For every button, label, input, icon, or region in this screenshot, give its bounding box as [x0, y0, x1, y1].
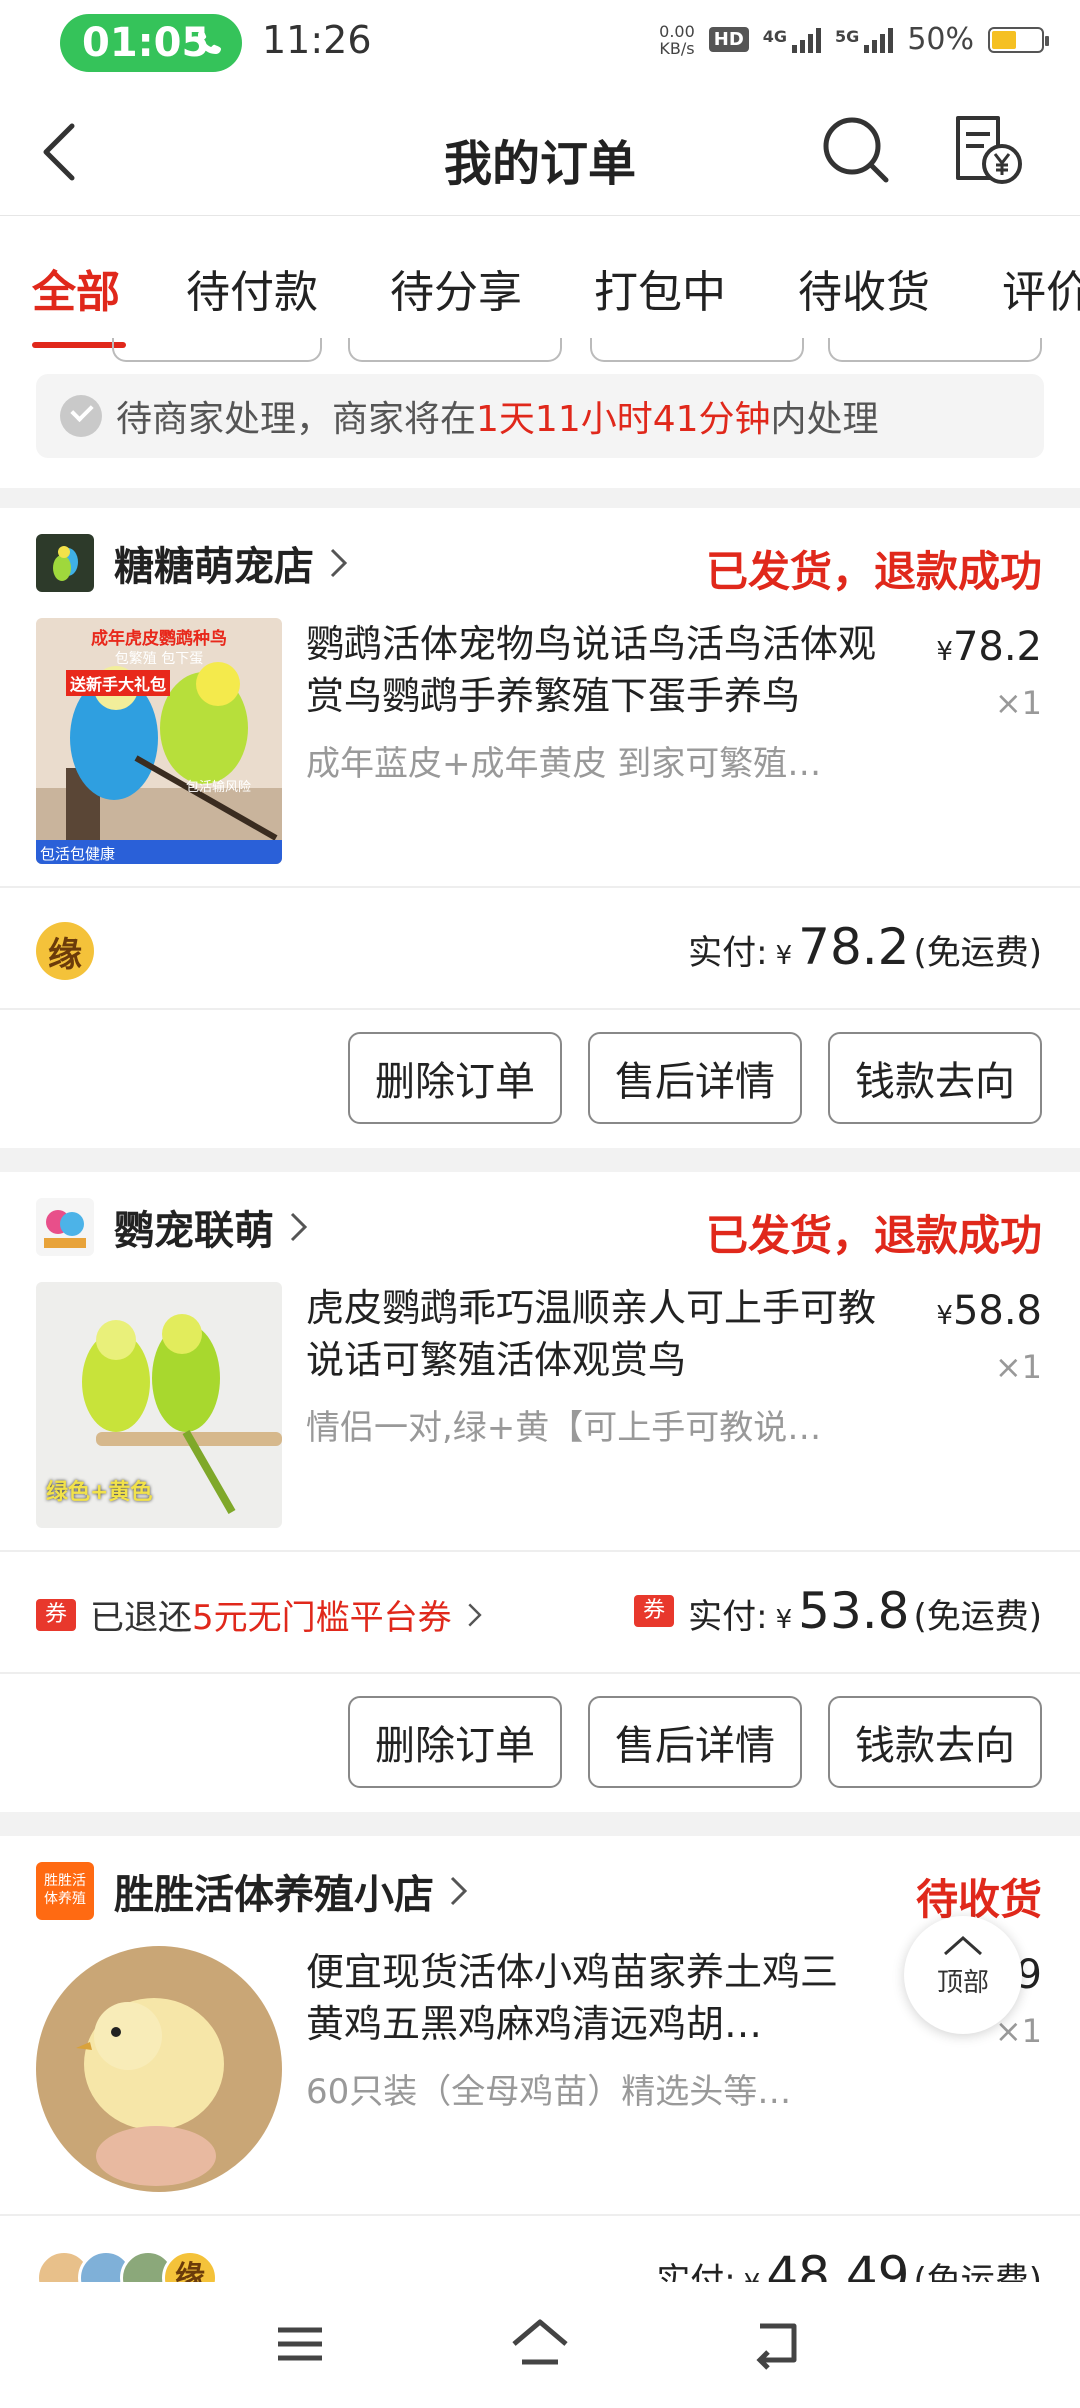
tab-pending-receipt[interactable]: 待收货: [798, 256, 930, 320]
signal-4g-icon: 4G: [763, 27, 822, 53]
coupon-icon: 券: [634, 1595, 675, 1627]
home-icon[interactable]: [508, 2312, 572, 2376]
after-sales-button[interactable]: 售后详情: [588, 1032, 802, 1124]
shop-name: 鹦宠联萌: [114, 1208, 274, 1254]
net-speed: 0.00 KB/s: [659, 21, 695, 58]
menu-icon[interactable]: [268, 2312, 332, 2376]
tab-all[interactable]: 全部: [32, 256, 120, 320]
after-sales-button[interactable]: 售后详情: [588, 1696, 802, 1788]
shop-link[interactable]: 糖糖萌宠店: [36, 534, 350, 592]
paid-amount-row: 实付: ¥ 78.2 (免运费): [688, 918, 1042, 976]
product-price: ¥78.2: [936, 624, 1042, 670]
refunded-coupon-link[interactable]: 券 已退还 5元无门槛平台券: [36, 1590, 484, 1639]
order-status: 已发货，退款成功: [705, 1211, 1042, 1260]
search-icon[interactable]: [820, 114, 892, 186]
product-title[interactable]: 便宜现货活体小鸡苗家养土鸡三黄鸡五黑鸡麻鸡清远鸡胡…: [306, 1946, 866, 2050]
product-price: ¥58.8: [936, 1288, 1042, 1334]
chevron-right-icon: [330, 548, 348, 578]
shop-logo: [36, 534, 94, 592]
battery-icon: [988, 26, 1049, 53]
shop-logo: 胜胜活体养殖: [36, 1862, 94, 1920]
processing-notice: 待商家处理，商家将在 1天11小时41分钟 内处理: [36, 374, 1044, 458]
hd-icon: HD: [708, 27, 749, 52]
battery-percent: 50%: [907, 22, 974, 57]
order-card: 糖糖萌宠店 已发货，退款成功 成年虎皮鹦鹉种鸟 包繁殖 包下蛋 送新手大礼包 包…: [0, 508, 1080, 1148]
tab-review[interactable]: 评价: [1002, 256, 1080, 320]
scroll-top-button[interactable]: 顶部: [904, 1916, 1022, 2034]
shop-link[interactable]: 鹦宠联萌: [36, 1198, 310, 1256]
shop-name: 糖糖萌宠店: [114, 544, 314, 590]
back-nav-icon[interactable]: [748, 2312, 812, 2376]
screen: 01:05 11:26 0.00 KB/s HD 4G 5G 50% 我的订单: [0, 0, 1080, 2408]
system-nav-bar: [0, 2282, 1080, 2408]
order-status: 已发货，退款成功: [705, 547, 1042, 596]
product-thumbnail[interactable]: 成年虎皮鹦鹉种鸟 包繁殖 包下蛋 送新手大礼包 包活输风险 包活包健康: [36, 618, 282, 864]
product-spec: 情侣一对,绿+黄【可上手可教说…: [306, 1408, 822, 1448]
product-qty: ×1: [994, 1348, 1042, 1386]
tab-pending-payment[interactable]: 待付款: [186, 256, 318, 320]
refund-tracking-button[interactable]: 钱款去向: [828, 1696, 1042, 1788]
chevron-right-icon: [450, 1876, 468, 1906]
yuan-badge-icon: 缘: [36, 922, 94, 980]
product-thumbnail[interactable]: 绿色+黄色: [36, 1282, 282, 1528]
signal-5g-icon: 5G: [835, 27, 894, 53]
product-title[interactable]: 虎皮鹦鹉乖巧温顺亲人可上手可教说话可繁殖活体观赏鸟: [306, 1282, 906, 1386]
product-qty: ×1: [994, 684, 1042, 722]
ongoing-call-pill[interactable]: 01:05: [60, 14, 242, 72]
product-spec: 成年蓝皮+成年黄皮 到家可繁殖…: [306, 744, 822, 784]
status-bar: 01:05 11:26 0.00 KB/s HD 4G 5G 50%: [0, 0, 1080, 86]
phone-icon: [198, 30, 221, 54]
page-title: 我的订单: [443, 136, 636, 192]
app-header: 我的订单: [0, 86, 1080, 216]
coupon-icon: 券: [36, 1598, 76, 1631]
paid-amount: 53.8: [798, 1582, 910, 1640]
delete-order-button[interactable]: 删除订单: [348, 1032, 562, 1124]
bill-icon[interactable]: [950, 112, 1026, 188]
refund-tracking-button[interactable]: 钱款去向: [828, 1032, 1042, 1124]
shop-name: 胜胜活体养殖小店: [114, 1872, 434, 1918]
product-thumbnail[interactable]: [36, 1946, 282, 2192]
shop-logo: [36, 1198, 94, 1256]
countdown-text: 1天11小时41分钟: [476, 399, 771, 440]
paid-amount-row: 券 实付: ¥ 53.8 (免运费): [634, 1582, 1042, 1640]
status-icons: 0.00 KB/s HD 4G 5G 50%: [659, 21, 1049, 58]
product-title[interactable]: 鹦鹉活体宠物鸟说话鸟活鸟活体观赏鸟鹦鹉手养繁殖下蛋手养鸟: [306, 618, 906, 722]
check-circle-icon: [60, 395, 102, 437]
order-card: 胜胜活体养殖 胜胜活体养殖小店 待收货 便宜现货活体小鸡苗家养土鸡三黄鸡五黑鸡麻…: [0, 1836, 1080, 2306]
chevron-up-icon: [944, 1935, 982, 1956]
tab-pending-share[interactable]: 待分享: [390, 256, 522, 320]
chevron-right-icon: [468, 1602, 482, 1627]
call-timer: 01:05: [82, 20, 210, 66]
back-arrow-icon[interactable]: [36, 120, 84, 184]
order-tabs: 全部 待付款 待分享 打包中 待收货 评价: [0, 216, 1080, 348]
paid-amount: 78.2: [798, 918, 910, 976]
delete-order-button[interactable]: 删除订单: [348, 1696, 562, 1788]
tab-packing[interactable]: 打包中: [594, 256, 726, 320]
clock: 11:26: [262, 18, 372, 62]
order-card: 鹦宠联萌 已发货，退款成功 绿色+黄色 虎皮鹦鹉乖巧温顺亲人可上手可教说话可繁殖…: [0, 1172, 1080, 1812]
chevron-right-icon: [290, 1212, 308, 1242]
product-spec: 60只装（全母鸡苗）精选头等…: [306, 2072, 792, 2112]
shop-link[interactable]: 胜胜活体养殖 胜胜活体养殖小店: [36, 1862, 470, 1920]
